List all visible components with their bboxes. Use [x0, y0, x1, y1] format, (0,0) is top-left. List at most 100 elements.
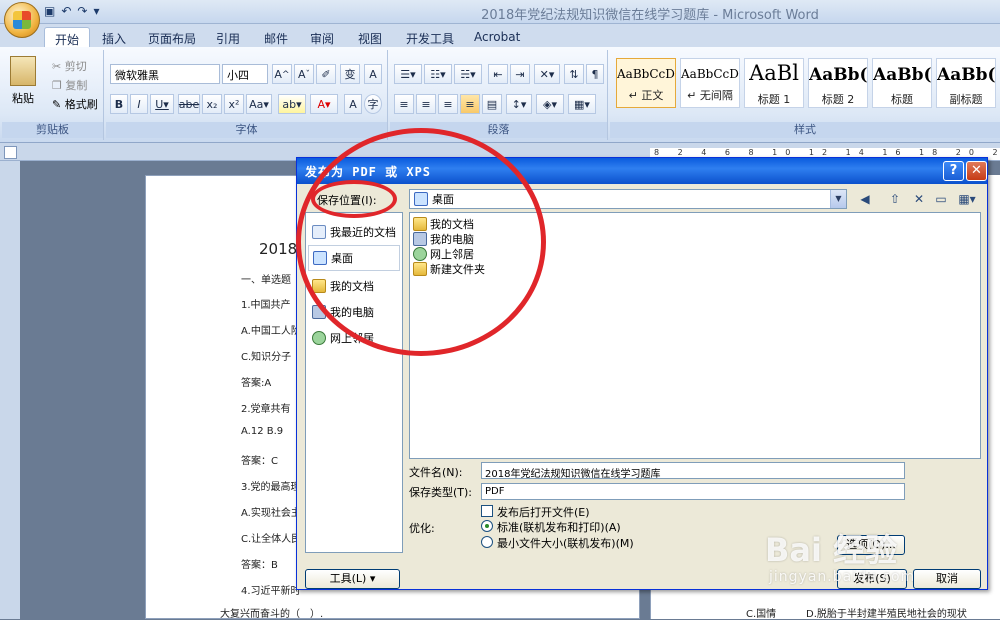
strikethrough-button[interactable]: abe [178, 94, 200, 114]
bold-button[interactable]: B [110, 94, 128, 114]
borders-button[interactable]: ▦▾ [568, 94, 596, 114]
style-no-spacing[interactable]: AaBbCcDc ↵ 无间隔 [680, 58, 740, 108]
computer-icon [312, 305, 326, 319]
help-button[interactable]: ? [943, 161, 964, 181]
style-sample: AaBb( [809, 65, 867, 85]
place-my-computer[interactable]: 我的电脑 [308, 299, 400, 325]
line-spacing-button[interactable]: ↕▾ [506, 94, 532, 114]
align-left-button[interactable]: ≡ [394, 94, 414, 114]
grow-font-button[interactable]: A ^ [272, 64, 292, 84]
phonetic-guide-button[interactable]: 变 [340, 64, 360, 84]
font-size-combo[interactable]: 小四 [222, 64, 268, 84]
tools-button[interactable]: 工具(L) ▾ [305, 569, 400, 589]
numbering-button[interactable]: ☷▾ [424, 64, 452, 84]
align-center-button[interactable]: ≡ [416, 94, 436, 114]
new-folder-icon[interactable]: ▭ [931, 189, 951, 209]
optimize-standard-radio[interactable] [481, 520, 493, 532]
format-painter-button[interactable]: ✎ 格式刷 [52, 96, 98, 112]
tab-mailings[interactable]: 邮件 [254, 27, 298, 48]
file-list[interactable]: 我的文档 我的电脑 网上邻居 新建文件夹 [409, 212, 981, 459]
file-name: 网上邻居 [430, 247, 474, 261]
style-name: 标题 1 [757, 93, 791, 106]
document-title: 2018 [259, 240, 298, 258]
show-marks-button[interactable]: ¶ [586, 64, 604, 84]
sort-button[interactable]: ⇅ [564, 64, 584, 84]
chevron-down-icon[interactable]: ▼ [830, 190, 846, 208]
style-normal[interactable]: AaBbCcDc ↵ 正文 [616, 58, 676, 108]
place-network[interactable]: 网上邻居 [308, 325, 400, 351]
cut-button[interactable]: ✂ 剪切 [52, 58, 87, 74]
align-right-button[interactable]: ≡ [438, 94, 458, 114]
cancel-button[interactable]: 取消 [913, 569, 981, 589]
file-name: 我的文档 [430, 217, 474, 231]
tab-page-layout[interactable]: 页面布局 [138, 27, 206, 48]
open-after-checkbox[interactable] [481, 505, 493, 517]
subscript-button[interactable]: x₂ [202, 94, 222, 114]
place-desktop[interactable]: 桌面 [308, 245, 400, 271]
up-folder-icon[interactable]: ⇧ [885, 189, 905, 209]
doc-line: 答案：B [241, 560, 278, 571]
change-case-button[interactable]: Aa▾ [246, 94, 272, 114]
chinese-layout-button[interactable]: ✕▾ [534, 64, 560, 84]
shrink-font-button[interactable]: Aˇ [294, 64, 314, 84]
folder-icon [312, 279, 326, 293]
paste-button[interactable]: 粘贴 [12, 90, 34, 106]
filename-field[interactable]: 2018年党纪法规知识微信在线学习题库 [481, 462, 905, 479]
tab-developer[interactable]: 开发工具 [396, 27, 464, 48]
tab-review[interactable]: 审阅 [300, 27, 344, 48]
style-subtitle[interactable]: AaBb( 副标题 [936, 58, 996, 108]
distributed-button[interactable]: ▤ [482, 94, 502, 114]
underline-button[interactable]: U▾ [150, 94, 174, 114]
tab-selector[interactable] [4, 146, 17, 159]
optimize-min-radio[interactable] [481, 536, 493, 548]
decrease-indent-button[interactable]: ⇤ [488, 64, 508, 84]
list-item[interactable]: 我的电脑 [413, 231, 474, 246]
font-name-combo[interactable]: 微软雅黑 [110, 64, 220, 84]
style-heading-2[interactable]: AaBb( 标题 2 [808, 58, 868, 108]
recent-documents-icon [312, 225, 326, 239]
font-color-button[interactable]: A▾ [310, 94, 338, 114]
office-button[interactable] [4, 2, 40, 38]
file-name: 我的电脑 [430, 232, 474, 246]
place-recent[interactable]: 我最近的文档 [308, 219, 400, 245]
character-border-button[interactable]: A [364, 64, 382, 84]
filetype-select[interactable]: PDF [481, 483, 905, 500]
desktop-icon [313, 251, 327, 265]
close-button[interactable]: ✕ [966, 161, 987, 181]
style-name: ↵ 无间隔 [687, 89, 733, 102]
list-item[interactable]: 网上邻居 [413, 246, 474, 261]
enclose-characters-button[interactable]: 字 [364, 94, 382, 114]
save-in-combo[interactable]: 桌面 ▼ [409, 189, 847, 209]
tab-insert[interactable]: 插入 [92, 27, 136, 48]
shading-button[interactable]: ◈▾ [536, 94, 564, 114]
style-heading-1[interactable]: AaBl 标题 1 [744, 58, 804, 108]
views-icon[interactable]: ▦▾ [955, 189, 979, 209]
highlight-button[interactable]: ab▾ [278, 94, 306, 114]
tab-view[interactable]: 视图 [348, 27, 392, 48]
list-item[interactable]: 我的文档 [413, 216, 474, 231]
tab-references[interactable]: 引用 [206, 27, 250, 48]
italic-button[interactable]: I [130, 94, 148, 114]
open-after-label: 发布后打开文件(E) [497, 506, 590, 519]
network-icon [312, 331, 326, 345]
doc-bottom-line: 大复兴而奋斗的（ ）. [220, 609, 324, 620]
bullets-button[interactable]: ☰▾ [394, 64, 422, 84]
place-my-documents[interactable]: 我的文档 [308, 273, 400, 299]
copy-button[interactable]: ❐ 复制 [52, 77, 87, 93]
increase-indent-button[interactable]: ⇥ [510, 64, 530, 84]
back-icon[interactable]: ◀ [855, 189, 875, 209]
multilevel-list-button[interactable]: ☵▾ [454, 64, 482, 84]
delete-icon[interactable]: ✕ [909, 189, 929, 209]
superscript-button[interactable]: x² [224, 94, 244, 114]
options-button[interactable]: 选项(O)... [837, 535, 905, 555]
publish-button[interactable]: 发布(S) [837, 569, 907, 589]
tab-home[interactable]: 开始 [44, 27, 91, 48]
style-title[interactable]: AaBb( 标题 [872, 58, 932, 108]
justify-button[interactable]: ≡ [460, 94, 480, 114]
character-shading-button[interactable]: A [344, 94, 362, 114]
tab-acrobat[interactable]: Acrobat [464, 27, 530, 48]
places-bar: 我最近的文档 桌面 我的文档 我的电脑 网上邻居 [305, 212, 403, 553]
clear-format-button[interactable]: ✐ [316, 64, 336, 84]
list-item[interactable]: 新建文件夹 [413, 261, 485, 276]
dialog-title: 发布为 PDF 或 XPS [297, 158, 987, 184]
